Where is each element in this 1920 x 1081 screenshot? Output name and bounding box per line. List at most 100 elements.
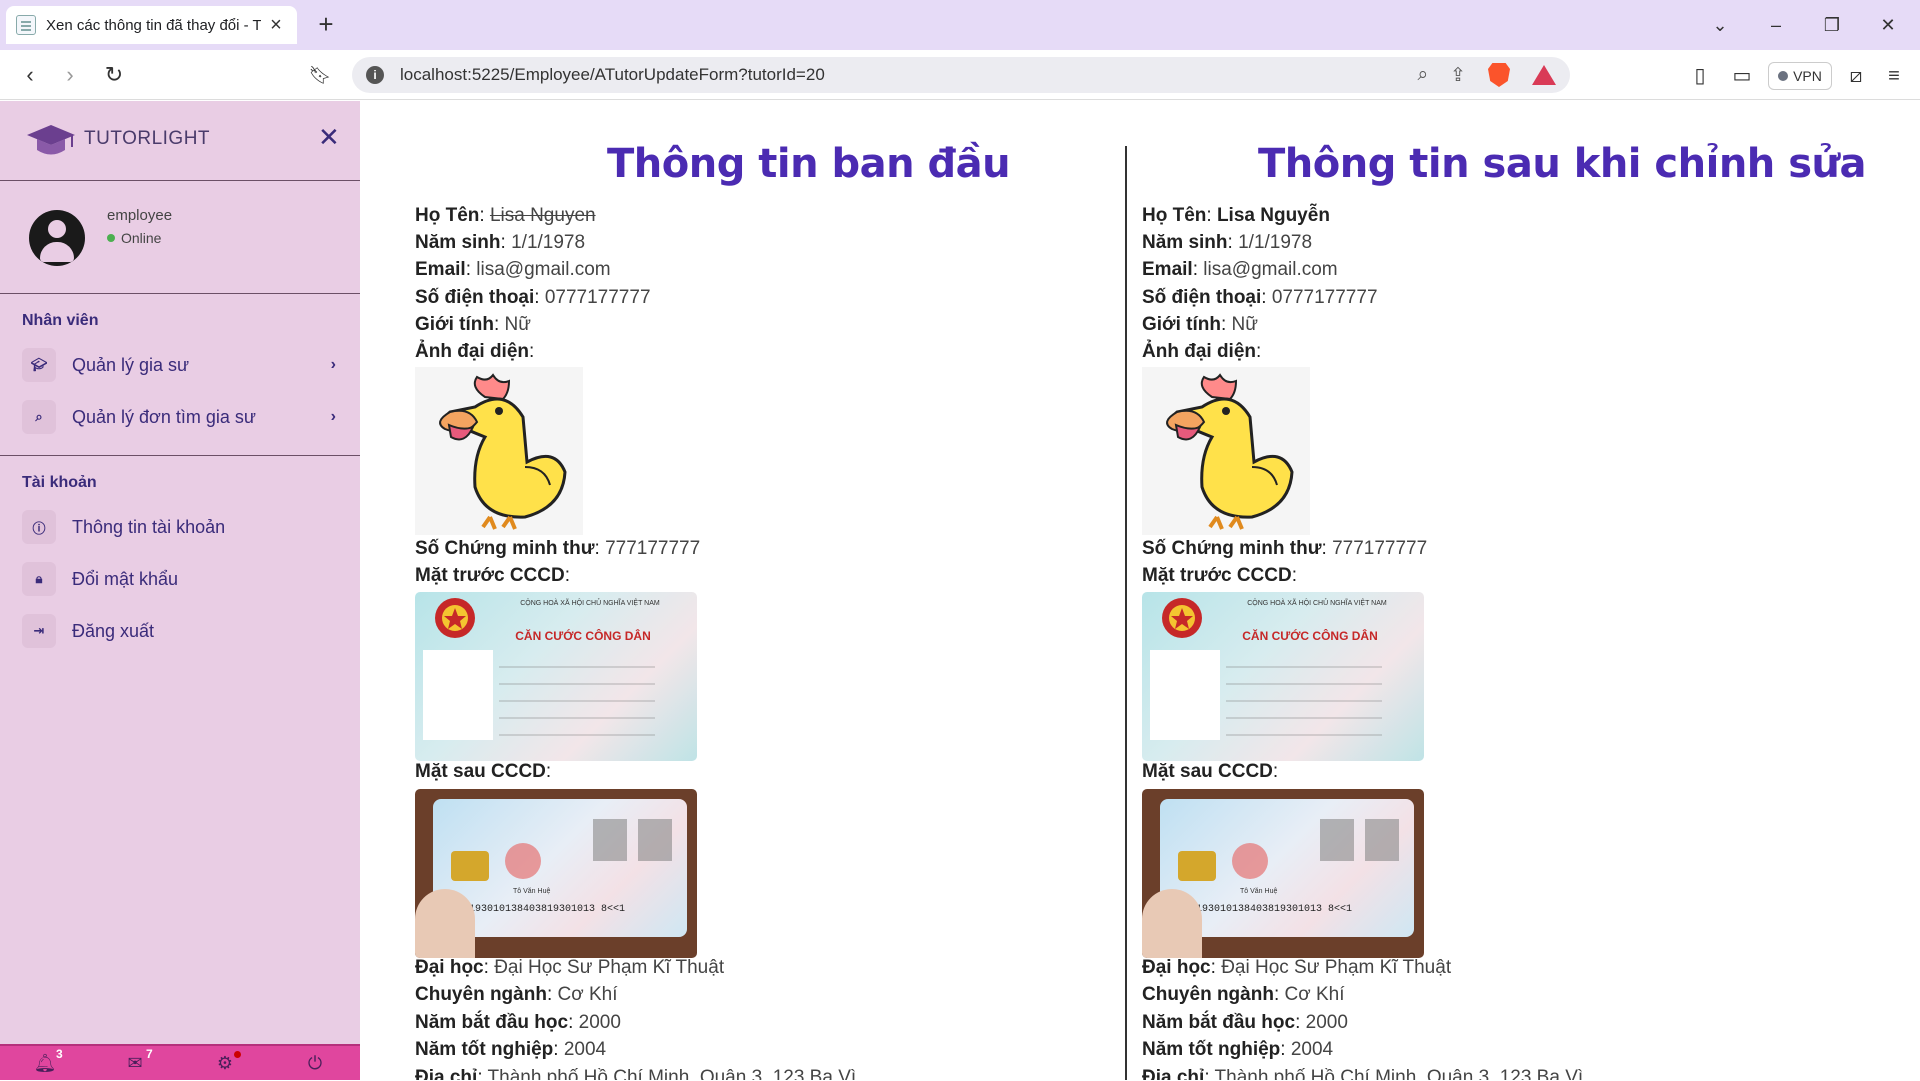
notifications-count: 3 [56, 1047, 63, 1061]
field-gender: Giới tính: Nữ [1142, 314, 1258, 335]
card-front-title: CĂN CƯỚC CÔNG DÂN [515, 628, 651, 643]
close-window-button[interactable]: ✕ [1866, 10, 1910, 40]
url-text[interactable]: localhost:5225/Employee/ATutorUpdateForm… [400, 65, 825, 85]
settings-button[interactable]: ⚙ [180, 1045, 270, 1081]
main-content: Thông tin ban đầu Họ Tên: Lisa Nguyen Nă… [360, 101, 1920, 1080]
browser-toolbar: ‹ › ↻ 🔖︎ i localhost:5225/Employee/ATuto… [0, 50, 1920, 100]
sidebar: TUTORLIGHT ✕ employee Online Nhân viên 🎓… [0, 101, 360, 1080]
online-status-icon [107, 234, 115, 242]
address-bar[interactable]: i localhost:5225/Employee/ATutorUpdateFo… [352, 57, 1570, 93]
field-email: Email: lisa@gmail.com [1142, 259, 1338, 280]
chevron-right-icon: › [330, 408, 336, 425]
field-id-back-label: Mặt sau CCCD: [415, 761, 552, 782]
menu-icon[interactable]: ≡ [1880, 62, 1908, 90]
back-button[interactable]: ‹ [14, 60, 46, 90]
field-id-front-label: Mặt trước CCCD: [415, 565, 570, 586]
id-card-front-image: CỘNG HOÀ XÃ HỘI CHỦ NGHĨA VIỆT NAM CĂN C… [1142, 592, 1424, 761]
leo-ai-icon[interactable]: ⧄ [1842, 62, 1870, 90]
column-divider [1125, 146, 1127, 1080]
sidebar-item-dang-xuat[interactable]: ⇥ Đăng xuất [22, 611, 342, 651]
site-info-icon[interactable]: i [366, 66, 384, 84]
power-button[interactable]: ⏻ [270, 1045, 360, 1081]
field-university: Đại học: Đại Học Sư Phạm Kĩ Thuật [415, 957, 725, 978]
avatar-image [1142, 367, 1310, 535]
envelope-icon: ✉ [127, 1052, 143, 1073]
tab-search-chevron-icon[interactable]: ⌄ [1698, 10, 1742, 40]
restore-button[interactable]: ❐ [1810, 10, 1854, 40]
forward-button[interactable]: › [54, 60, 86, 90]
messages-button[interactable]: ✉ 7 [90, 1045, 180, 1081]
user-role: employee [107, 207, 173, 224]
section-label-tai-khoan: Tài khoản [22, 474, 97, 491]
original-name-value: Lisa Nguyen [489, 205, 596, 226]
field-start-year: Năm bắt đầu học: 2000 [415, 1012, 621, 1033]
browser-tab-active[interactable]: Xen các thông tin đã thay đổi - T × [6, 6, 297, 44]
tab-title: Xen các thông tin đã thay đổi - T [46, 16, 261, 34]
brave-rewards-icon[interactable] [1532, 65, 1556, 85]
field-major: Chuyên ngành: Cơ Khí [1142, 984, 1345, 1005]
tab-close-icon[interactable]: × [265, 15, 287, 35]
logout-icon: ⇥ [22, 614, 56, 648]
field-id-front-label: Mặt trước CCCD: [1142, 565, 1297, 586]
brave-shields-icon[interactable] [1488, 63, 1510, 87]
sidebar-item-quan-ly-don-tim-gia-su[interactable]: ⌕ Quản lý đơn tìm gia sư › [22, 397, 342, 437]
field-id-number: Số Chứng minh thư: 777177777 [1142, 538, 1428, 559]
section-label-nhan-vien: Nhân viên [22, 312, 99, 329]
sidebar-item-doi-mat-khau[interactable]: 🔒︎ Đổi mật khẩu [22, 559, 342, 599]
original-title: Thông tin ban đầu [607, 141, 1011, 187]
field-birth-year: Năm sinh: 1/1/1978 [415, 232, 586, 253]
avatar [29, 210, 85, 266]
sidebar-item-thong-tin-tai-khoan[interactable]: ⓘ Thông tin tài khoản [22, 507, 342, 547]
reload-button[interactable]: ↻ [98, 60, 130, 90]
settings-alert-dot [234, 1051, 241, 1058]
field-email: Email: lisa@gmail.com [415, 259, 611, 280]
field-address: Địa chỉ: Thành phố Hồ Chí Minh, Quận 3, … [415, 1067, 857, 1080]
field-university: Đại học: Đại Học Sư Phạm Kĩ Thuật [1142, 957, 1452, 978]
updated-title: Thông tin sau khi chỉnh sửa [1258, 141, 1866, 187]
id-card-front-graphic: CỘNG HOÀ XÃ HỘI CHỦ NGHĨA VIỆT NAM CĂN C… [423, 598, 660, 740]
hand-shape [415, 889, 475, 958]
id-card-front-image: CỘNG HOÀ XÃ HỘI CHỦ NGHĨA VIỆT NAM CĂN C… [415, 592, 697, 761]
graduation-cap-logo-icon [27, 125, 75, 155]
field-avatar-label: Ảnh đại diện: [1142, 341, 1262, 362]
zoom-icon[interactable]: ⌕ [1417, 64, 1428, 86]
field-grad-year: Năm tốt nghiệp: 2004 [1142, 1039, 1334, 1060]
minimize-button[interactable]: – [1754, 10, 1798, 40]
id-card-back-image: Tô Văn Huệ IDVNM193010138403819301013 8<… [1142, 789, 1424, 958]
share-icon[interactable]: ⇪ [1450, 64, 1466, 87]
power-icon: ⏻ [307, 1052, 323, 1073]
user-status: Online [107, 230, 161, 246]
vpn-button[interactable]: VPN [1768, 62, 1832, 90]
field-start-year: Năm bắt đầu học: 2000 [1142, 1012, 1348, 1033]
sidebar-footer: 🔔︎ 3 ✉ 7 ⚙ ⏻ [0, 1044, 360, 1080]
field-phone: Số điện thoại: 0777177777 [415, 287, 651, 308]
sidebar-toggle-icon[interactable]: ▯ [1686, 62, 1714, 90]
brand-name: TUTORLIGHT [84, 128, 211, 149]
updated-name-value: Lisa Nguyễn [1216, 205, 1330, 226]
info-icon: ⓘ [22, 510, 56, 544]
sidebar-item-quan-ly-gia-su[interactable]: 🎓︎ Quản lý gia sư › [22, 345, 342, 385]
field-major: Chuyên ngành: Cơ Khí [415, 984, 618, 1005]
search-icon: ⌕ [22, 400, 56, 434]
lock-icon: 🔒︎ [22, 562, 56, 596]
field-name: Họ Tên: Lisa Nguyễn [1142, 205, 1330, 226]
card-back-holder: Tô Văn Huệ [513, 888, 550, 895]
card-front-header: CỘNG HOÀ XÃ HỘI CHỦ NGHĨA VIỆT NAM [520, 598, 660, 607]
sidebar-close-icon[interactable]: ✕ [318, 124, 340, 150]
vpn-label: VPN [1793, 68, 1822, 84]
card-back-holder: Tô Văn Huệ [1240, 888, 1277, 895]
field-address: Địa chỉ: Thành phố Hồ Chí Minh, Quận 3, … [1142, 1067, 1584, 1080]
sidebar-item-label: Quản lý gia sư [72, 354, 190, 375]
gear-icon: ⚙ [216, 1052, 234, 1073]
wallet-icon[interactable]: ▭ [1728, 62, 1756, 90]
bell-icon: 🔔︎ [33, 1052, 57, 1073]
brand-header: TUTORLIGHT ✕ [0, 101, 360, 181]
notifications-button[interactable]: 🔔︎ 3 [0, 1045, 90, 1081]
field-name: Họ Tên: Lisa Nguyen [415, 205, 596, 226]
card-front-header: CỘNG HOÀ XÃ HỘI CHỦ NGHĨA VIỆT NAM [1247, 598, 1387, 607]
new-tab-button[interactable]: + [311, 10, 341, 40]
messages-count: 7 [146, 1047, 153, 1061]
sidebar-item-label: Đổi mật khẩu [72, 568, 179, 589]
field-id-back-label: Mặt sau CCCD: [1142, 761, 1279, 782]
bookmark-icon[interactable]: 🔖︎ [304, 60, 336, 90]
